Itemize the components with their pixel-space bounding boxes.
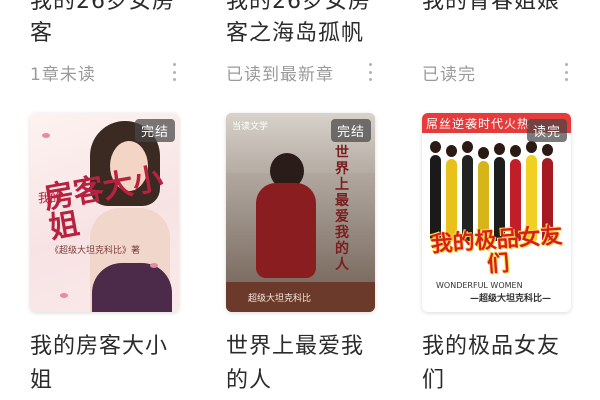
petal-decoration	[150, 263, 158, 268]
status-badge: 读完	[526, 119, 567, 142]
cover-author: 《超级大坦克科比》著	[50, 246, 141, 256]
book-title-bottom-1[interactable]: 我的房客大小姐	[30, 330, 180, 398]
more-vertical-icon[interactable]	[560, 62, 572, 82]
book-title-top-1[interactable]: 我的26岁女房客	[30, 0, 180, 50]
book-title-bottom-3[interactable]: 我的极品女友们	[422, 330, 572, 398]
cover-author: —超级大坦克科比—	[470, 294, 552, 304]
cover-title: 我的极品女友们	[429, 223, 564, 278]
book-status-row-3: 已读完	[422, 58, 572, 86]
book-cover-1[interactable]: 完结 我的 房客大小姐 《超级大坦克科比》著	[30, 113, 179, 312]
petal-decoration	[42, 133, 50, 138]
book-title-bottom-2[interactable]: 世界上最爱我的人	[226, 330, 376, 398]
book-cover-2[interactable]: 当读文学 完结 世界上最爱我的人 超级大坦克科比	[226, 113, 375, 312]
book-cover-3[interactable]: 屌丝逆袭时代火热 读完 我的极品女友们 WONDERFUL WOMEN —超级大…	[422, 113, 571, 312]
cover-publisher: 当读文学	[232, 122, 269, 132]
book-title-top-2[interactable]: 我的26岁女房客之海岛孤帆	[226, 0, 376, 50]
petal-decoration	[60, 293, 68, 298]
book-title-top-3[interactable]: 我的青春姐娘	[422, 0, 572, 18]
cover-author: 超级大坦克科比	[248, 293, 312, 304]
book-status-2: 已读到最新章	[226, 64, 334, 85]
book-status-3: 已读完	[422, 64, 476, 85]
cover-tag: WONDERFUL WOMEN	[436, 281, 523, 290]
status-badge: 完结	[330, 119, 371, 142]
more-vertical-icon[interactable]	[168, 62, 180, 82]
book-status-row-2: 已读到最新章	[226, 58, 376, 86]
cover-title: 世界上最爱我的人	[335, 145, 349, 273]
book-status-1: 1章未读	[30, 64, 96, 85]
status-badge: 完结	[134, 119, 175, 142]
cover-author-bar: 超级大坦克科比	[226, 282, 375, 312]
cover-figure-dress	[92, 263, 172, 312]
more-vertical-icon[interactable]	[364, 62, 376, 82]
book-status-row-1: 1章未读	[30, 58, 180, 86]
cover-figure-body	[256, 183, 316, 278]
